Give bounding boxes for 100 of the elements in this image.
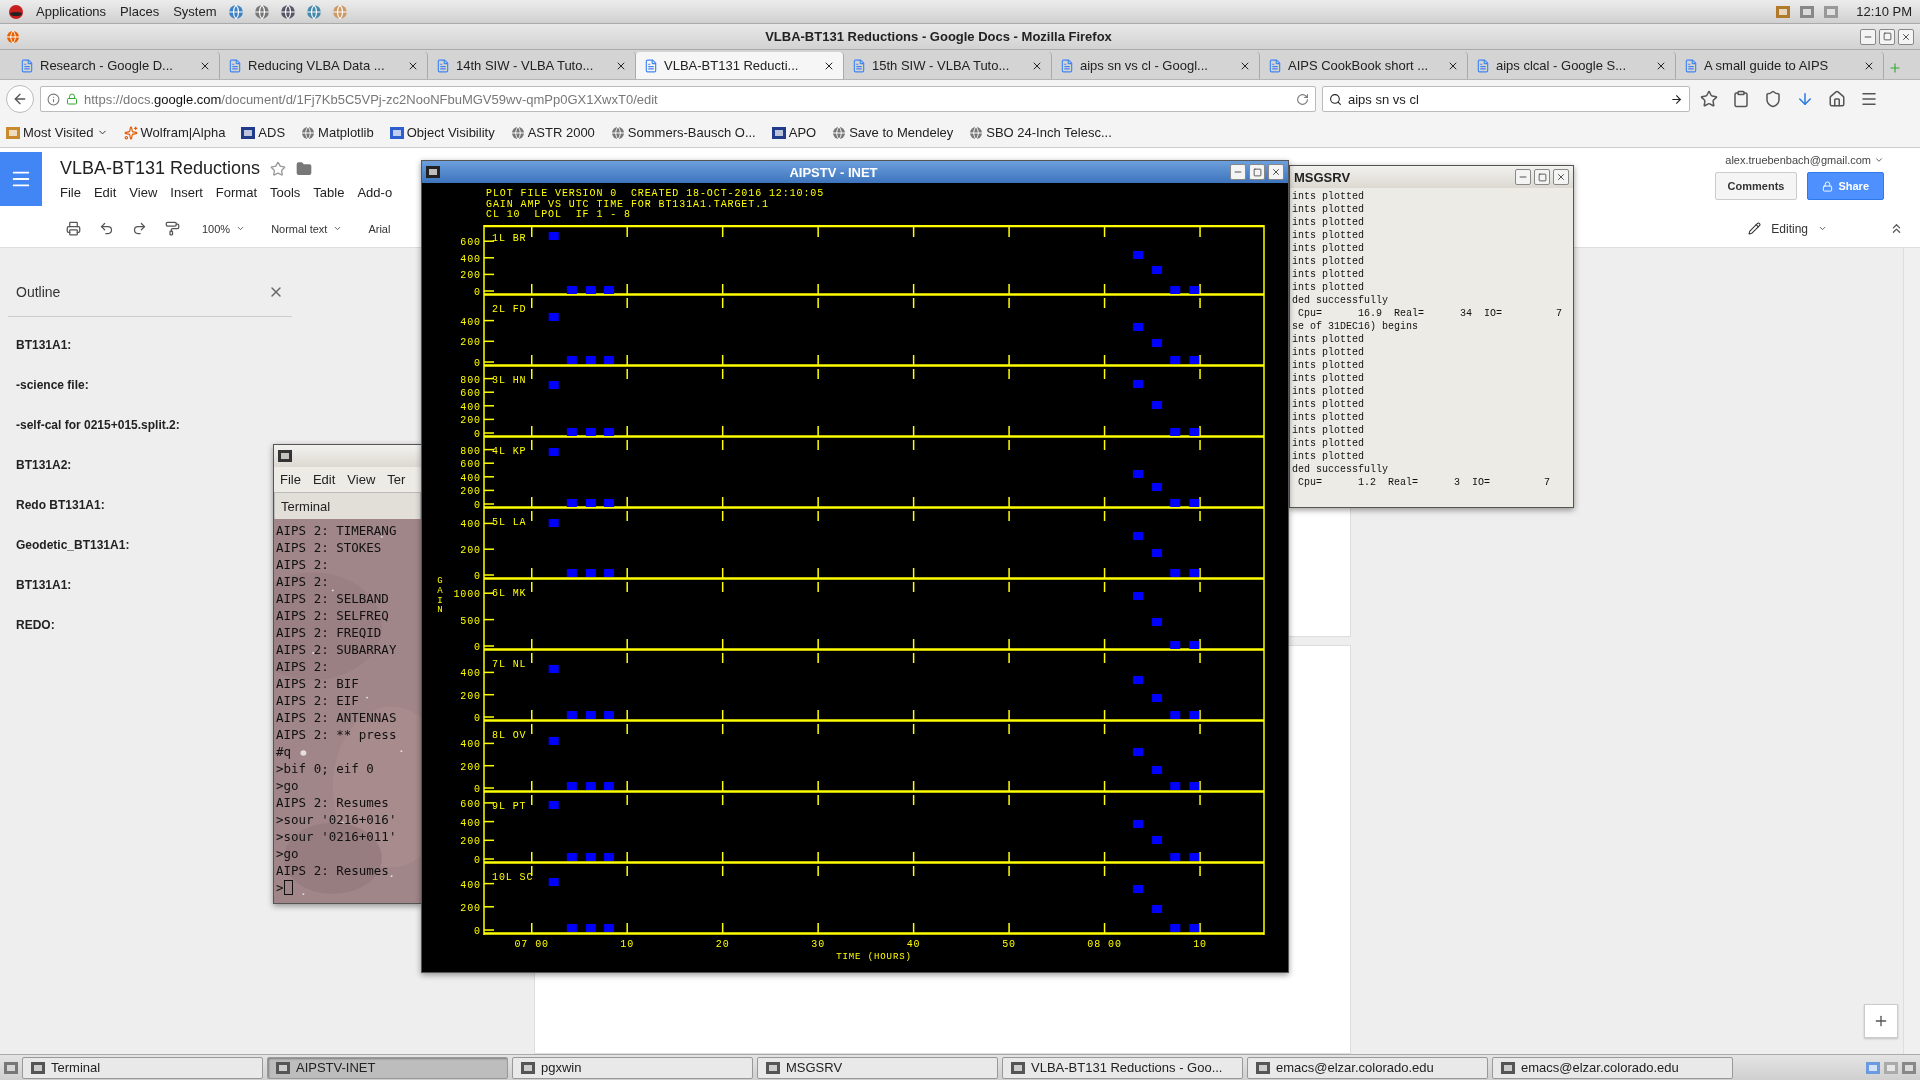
outline-item[interactable]: Redo BT131A1:: [8, 485, 113, 525]
menu-item[interactable]: Insert: [170, 185, 203, 200]
close-button[interactable]: [1898, 28, 1914, 45]
docs-menu-button[interactable]: [0, 152, 42, 206]
account-menu[interactable]: alex.truebenbach@gmail.com: [1725, 154, 1884, 166]
style-dropdown[interactable]: Normal text: [263, 220, 351, 237]
launcher-icon[interactable]: [228, 3, 245, 20]
info-icon: [47, 92, 60, 106]
minimize-button[interactable]: [1860, 28, 1876, 45]
workspace-switcher-icon[interactable]: [1866, 1060, 1880, 1075]
data-point: [566, 923, 577, 932]
terminal-line: AIPS 2: ** press: [276, 726, 397, 743]
browser-tab[interactable]: VLBA-BT131 Reducti...: [636, 52, 844, 79]
panel-menu[interactable]: System: [171, 4, 219, 19]
close-button[interactable]: [1553, 169, 1569, 185]
panel-menu[interactable]: Places: [118, 4, 162, 19]
explore-button[interactable]: [1864, 1004, 1898, 1038]
menu-item[interactable]: Table: [313, 185, 345, 200]
minimize-button[interactable]: [1515, 169, 1531, 185]
bookmark[interactable]: Matplotlib: [301, 125, 374, 140]
browser-tab[interactable]: aips clcal - Google S...: [1468, 52, 1676, 79]
browser-tab[interactable]: aips sn vs cl - Googl...: [1052, 52, 1260, 79]
search-field[interactable]: aips sn vs cl: [1322, 86, 1690, 112]
outline-item[interactable]: Geodetic_BT131A1:: [8, 525, 138, 565]
browser-tab[interactable]: Research - Google D...: [12, 52, 220, 79]
terminal-line: >sour '0216+016': [276, 811, 397, 828]
globe-icon: [510, 125, 525, 140]
bookmark[interactable]: Save to Mendeley: [832, 125, 954, 140]
data-point: [1152, 265, 1163, 274]
launcher-icon[interactable]: [306, 3, 323, 20]
taskbar-item[interactable]: AIPSTV-INET: [267, 1056, 508, 1079]
page-icon: [1268, 58, 1282, 73]
maximize-button[interactable]: [1879, 28, 1895, 45]
bookmark[interactable]: APO: [771, 125, 817, 140]
bookmark[interactable]: ASTR 2000: [510, 125, 595, 140]
menu-item[interactable]: View: [129, 185, 158, 200]
terminal-line: AIPS 2: EIF: [276, 692, 359, 709]
terminal-line: >go: [276, 845, 299, 862]
reload-icon[interactable]: [1296, 92, 1309, 106]
data-point: [1189, 568, 1200, 577]
axis-label: TIME (HOURS): [836, 951, 912, 962]
editing-mode-dropdown[interactable]: Editing: [1740, 219, 1835, 238]
menu-item[interactable]: Tools: [270, 185, 301, 200]
panel-menu[interactable]: Applications: [34, 4, 109, 19]
taskbar-item[interactable]: emacs@elzar.colorado.edu: [1492, 1056, 1733, 1079]
outline-item[interactable]: BT131A1:: [8, 325, 80, 365]
outline-item[interactable]: -self-cal for 0215+015.split.2:: [8, 405, 188, 445]
menu-item[interactable]: Edit: [93, 185, 117, 200]
data-point: [585, 568, 596, 577]
bookmark[interactable]: SBO 24-Inch Telesc...: [969, 125, 1112, 140]
minimize-button[interactable]: [1230, 164, 1246, 180]
back-button[interactable]: [6, 85, 34, 113]
font-dropdown[interactable]: Arial: [360, 220, 399, 237]
comments-button[interactable]: Comments: [1714, 172, 1798, 200]
terminal-line: >bif 0; eif 0: [276, 760, 374, 777]
bookmark[interactable]: Sommers-Bausch O...: [610, 125, 756, 140]
taskbar-item[interactable]: MSGSRV: [757, 1056, 998, 1079]
menu-item[interactable]: Edit: [312, 472, 336, 487]
tick-label: 400: [460, 401, 481, 413]
log-line: ints plotted: [1292, 385, 1364, 398]
show-desktop-icon[interactable]: [4, 1060, 18, 1075]
workspace-switcher-icon[interactable]: [1884, 1060, 1898, 1075]
data-point: [585, 427, 596, 436]
taskbar-item[interactable]: VLBA-BT131 Reductions - Goo...: [1002, 1056, 1243, 1079]
close-button[interactable]: [1268, 164, 1284, 180]
terminal-tab[interactable]: Terminal: [274, 492, 421, 519]
menu-item[interactable]: File: [280, 472, 301, 487]
menu-item[interactable]: File: [60, 185, 81, 200]
maximize-button[interactable]: [1534, 169, 1550, 185]
star-icon[interactable]: [270, 160, 287, 177]
data-point: [1133, 250, 1143, 259]
bookmark[interactable]: Object Visibility: [389, 125, 495, 140]
bookmark[interactable]: Most Visited: [6, 125, 108, 140]
bookmark[interactable]: Wolfram|Alpha: [123, 125, 226, 140]
url-field[interactable]: https://docs.google.com/document/d/1Fj7Kb5C5VPj-zc2NooNFbuMGV59wv-qmPp0GX1XwxT0/edit: [40, 86, 1316, 112]
menu-item[interactable]: Ter: [387, 472, 406, 487]
outline-item[interactable]: BT131A2:: [8, 445, 80, 485]
data-point: [566, 781, 577, 790]
outline-item[interactable]: -science file:: [8, 365, 97, 405]
taskbar-item[interactable]: Terminal: [22, 1056, 263, 1079]
browser-tab[interactable]: Reducing VLBA Data ...: [220, 52, 428, 79]
browser-tab[interactable]: A small guide to AIPS: [1676, 52, 1884, 79]
menu-item[interactable]: Add-o: [357, 185, 393, 200]
launcher-icon[interactable]: [280, 3, 297, 20]
taskbar-item[interactable]: pgxwin: [512, 1056, 753, 1079]
hat-icon[interactable]: [8, 3, 24, 20]
zoom-dropdown[interactable]: 100%: [194, 220, 254, 237]
launcher-icon[interactable]: [254, 3, 271, 20]
browser-tab[interactable]: AIPS CookBook short ...: [1260, 52, 1468, 79]
bookmark[interactable]: ADS: [241, 125, 286, 140]
outline-item[interactable]: BT131A1:: [8, 565, 80, 605]
data-point: [566, 498, 577, 507]
tick-label: 400: [460, 518, 481, 530]
taskbar-item[interactable]: emacs@elzar.colorado.edu: [1247, 1056, 1488, 1079]
maximize-button[interactable]: [1249, 164, 1265, 180]
shield-icon: [1764, 90, 1782, 108]
menu-item[interactable]: View: [347, 472, 376, 487]
menu-item[interactable]: Format: [215, 185, 257, 200]
outline-item[interactable]: REDO:: [8, 605, 63, 645]
browser-tab[interactable]: 15th SIW - VLBA Tuto...: [844, 52, 1052, 79]
